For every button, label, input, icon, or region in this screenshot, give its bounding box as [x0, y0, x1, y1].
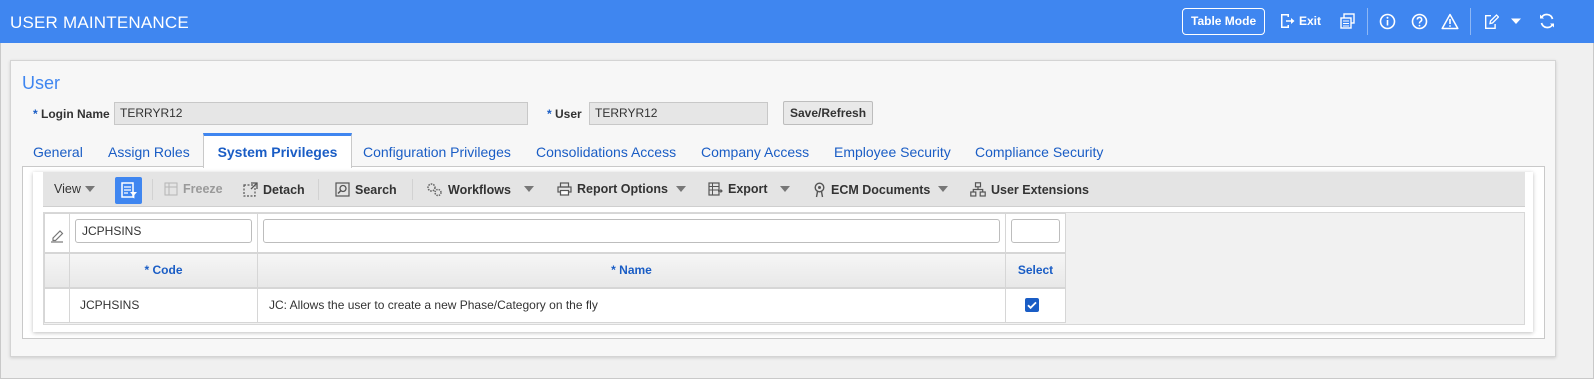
- tab-compliance-security[interactable]: Compliance Security: [975, 144, 1103, 160]
- export-caret-icon[interactable]: [780, 186, 790, 192]
- detach-label: Detach: [263, 182, 305, 197]
- report-options-label: Report Options: [577, 182, 668, 196]
- name-cell[interactable]: JC: Allows the user to create a new Phas…: [257, 288, 1006, 323]
- chevron-down-icon[interactable]: [1506, 11, 1526, 31]
- table-mode-button[interactable]: Table Mode: [1182, 8, 1266, 35]
- toolbar-divider: [318, 179, 319, 200]
- user-field[interactable]: TERRYR12: [589, 102, 768, 125]
- tab-system-privileges[interactable]: System Privileges: [203, 133, 352, 168]
- select-checkbox[interactable]: [1025, 298, 1039, 312]
- login-name-label: * Login Name: [33, 107, 110, 121]
- check-icon: [1027, 301, 1037, 310]
- search-label: Search: [355, 182, 397, 197]
- row-selector-header: [44, 253, 70, 288]
- user-extensions-button[interactable]: User Extensions: [970, 182, 1089, 197]
- ecm-documents-caret-icon[interactable]: [938, 186, 948, 192]
- required-marker: *: [547, 107, 552, 121]
- app-title: USER MAINTENANCE: [10, 13, 189, 32]
- ecm-documents-label: ECM Documents: [831, 183, 931, 197]
- code-column-header[interactable]: * Code: [69, 253, 258, 288]
- view-caret-icon[interactable]: [85, 186, 95, 192]
- hierarchy-icon: [970, 182, 986, 197]
- select-column-header[interactable]: Select: [1005, 253, 1066, 288]
- freeze-icon: [164, 182, 178, 196]
- filter-icon: [121, 182, 137, 199]
- login-name-label-text: Login Name: [41, 107, 110, 121]
- export-icon: [708, 182, 723, 196]
- tab-company-access[interactable]: Company Access: [701, 144, 809, 160]
- warning-icon[interactable]: [1440, 11, 1460, 31]
- top-bar: USER MAINTENANCE Table Mode Exit: [0, 0, 1594, 43]
- eraser-icon: [51, 230, 64, 243]
- exit-icon[interactable]: [1277, 11, 1297, 31]
- toolbar-divider: [1367, 8, 1368, 35]
- select-filter-input[interactable]: [1011, 219, 1060, 243]
- workflows-caret-icon[interactable]: [524, 186, 534, 192]
- ecm-documents-menu[interactable]: ECM Documents: [813, 182, 930, 198]
- search-icon: [335, 182, 350, 197]
- help-icon[interactable]: [1409, 11, 1429, 31]
- info-icon[interactable]: [1377, 11, 1397, 31]
- tab-assign-roles[interactable]: Assign Roles: [108, 144, 190, 160]
- detach-button[interactable]: Detach: [243, 182, 305, 197]
- tab-employee-security[interactable]: Employee Security: [834, 144, 951, 160]
- report-options-caret-icon[interactable]: [676, 186, 686, 192]
- print-icon[interactable]: [1338, 11, 1358, 31]
- search-button[interactable]: Search: [335, 182, 397, 197]
- export-menu[interactable]: Export: [708, 182, 768, 196]
- toolbar-divider: [1470, 8, 1471, 35]
- detach-icon: [243, 182, 258, 197]
- tab-general[interactable]: General: [33, 144, 83, 160]
- tab-configuration-privileges[interactable]: Configuration Privileges: [363, 144, 511, 160]
- freeze-button: Freeze: [164, 182, 223, 196]
- workflows-label: Workflows: [448, 182, 511, 197]
- view-menu[interactable]: View: [54, 182, 81, 196]
- print-icon: [557, 182, 572, 196]
- refresh-icon[interactable]: [1537, 11, 1557, 31]
- login-name-field[interactable]: TERRYR12: [114, 102, 528, 125]
- report-options-menu[interactable]: Report Options: [557, 182, 668, 196]
- filter-row-marker: [44, 213, 70, 253]
- exit-button[interactable]: Exit: [1299, 14, 1321, 28]
- name-filter-input[interactable]: [263, 219, 1000, 243]
- edit-icon[interactable]: [1480, 11, 1500, 31]
- freeze-label: Freeze: [183, 182, 223, 196]
- workflows-menu[interactable]: Workflows: [426, 182, 511, 197]
- required-marker: *: [33, 107, 38, 121]
- code-filter-input[interactable]: JCPHSINS: [75, 219, 252, 243]
- toolbar-divider: [412, 179, 413, 200]
- filter-toggle-button[interactable]: [115, 177, 142, 204]
- save-refresh-button[interactable]: Save/Refresh: [783, 101, 874, 125]
- user-extensions-label: User Extensions: [991, 182, 1089, 197]
- user-label-text: User: [555, 107, 582, 121]
- tab-consolidations-access[interactable]: Consolidations Access: [536, 144, 676, 160]
- workflows-icon: [427, 183, 442, 197]
- toolbar-divider: [152, 179, 153, 200]
- name-column-header[interactable]: * Name: [257, 253, 1006, 288]
- code-cell[interactable]: JCPHSINS: [69, 288, 258, 323]
- row-selector[interactable]: [44, 288, 70, 323]
- section-title: User: [22, 73, 61, 93]
- view-label: View: [54, 182, 81, 196]
- user-label: * User: [547, 107, 582, 121]
- export-label: Export: [728, 182, 768, 196]
- ecm-documents-icon: [814, 182, 825, 198]
